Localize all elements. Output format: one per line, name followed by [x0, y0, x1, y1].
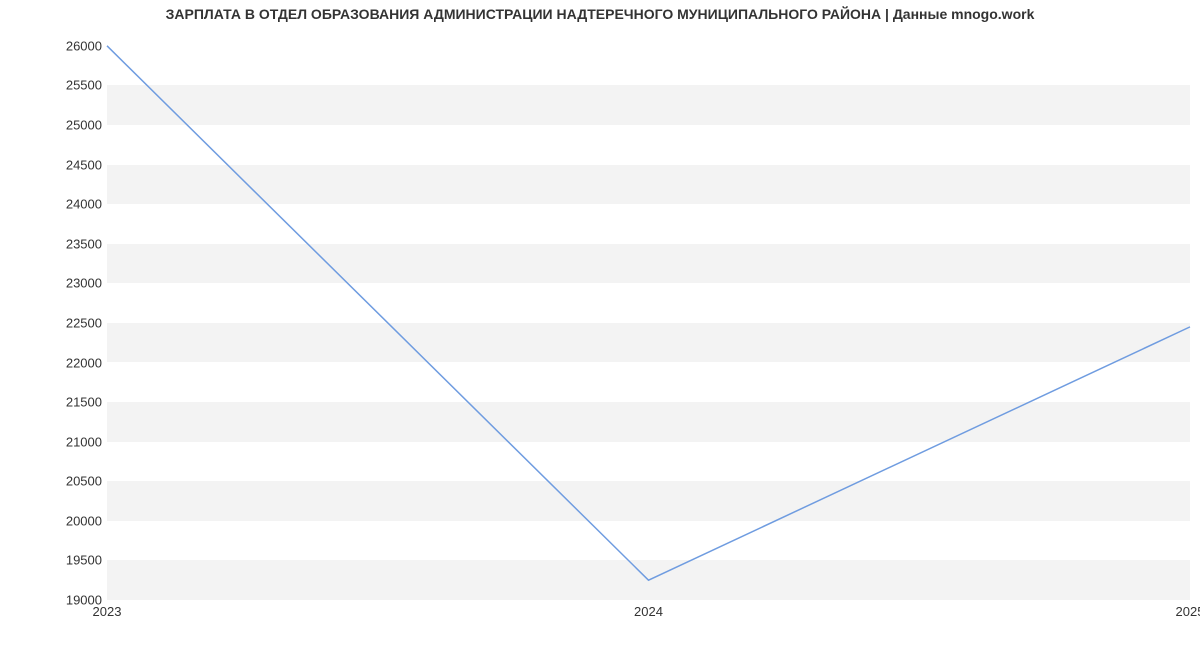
x-tick-label: 2023 — [93, 604, 122, 619]
y-tick-label: 24500 — [42, 157, 102, 172]
y-tick-label: 22500 — [42, 315, 102, 330]
y-tick-label: 21500 — [42, 395, 102, 410]
y-tick-label: 25500 — [42, 78, 102, 93]
y-tick-label: 25000 — [42, 118, 102, 133]
salary-chart: ЗАРПЛАТА В ОТДЕЛ ОБРАЗОВАНИЯ АДМИНИСТРАЦ… — [0, 0, 1200, 650]
y-tick-label: 23500 — [42, 236, 102, 251]
y-tick-label: 21000 — [42, 434, 102, 449]
y-tick-label: 20000 — [42, 513, 102, 528]
x-tick-label: 2025 — [1176, 604, 1200, 619]
y-tick-label: 22000 — [42, 355, 102, 370]
line-series — [107, 30, 1190, 600]
y-tick-label: 23000 — [42, 276, 102, 291]
plot-area — [107, 30, 1190, 600]
y-tick-label: 26000 — [42, 38, 102, 53]
y-tick-label: 24000 — [42, 197, 102, 212]
x-tick-label: 2024 — [634, 604, 663, 619]
y-tick-label: 19500 — [42, 553, 102, 568]
chart-title: ЗАРПЛАТА В ОТДЕЛ ОБРАЗОВАНИЯ АДМИНИСТРАЦ… — [0, 6, 1200, 22]
y-tick-label: 20500 — [42, 474, 102, 489]
